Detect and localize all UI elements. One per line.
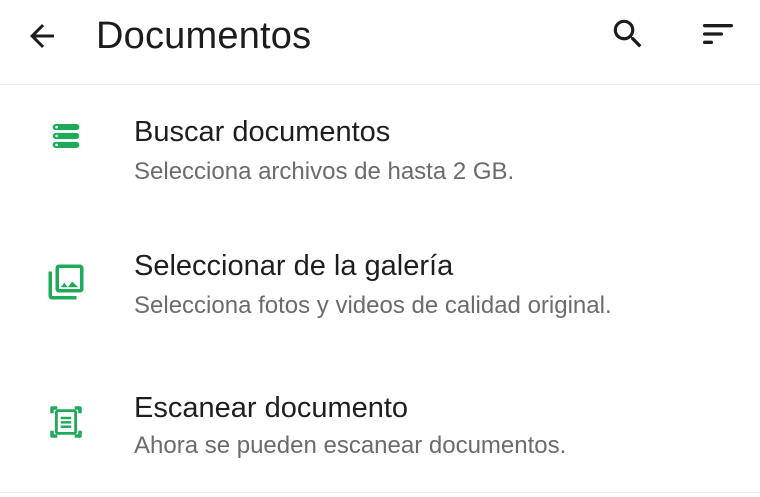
list-item-select-from-gallery[interactable]: Seleccionar de la galería Selecciona fot… (0, 230, 760, 354)
item-subtitle: Selecciona fotos y videos de calidad ori… (134, 292, 612, 319)
item-subtitle: Selecciona archivos de hasta 2 GB. (134, 158, 515, 185)
item-title: Buscar documentos (134, 116, 391, 148)
sort-icon (703, 24, 733, 44)
bottom-divider (0, 492, 760, 493)
page-title: Documentos (96, 15, 312, 57)
top-app-bar: Documentos (0, 0, 760, 85)
list-item-browse-documents[interactable]: Buscar documentos Selecciona archivos de… (0, 96, 760, 220)
storage-icon (42, 112, 90, 160)
list-item-scan-document[interactable]: Escanear documento Ahora se pueden escan… (0, 372, 760, 496)
item-title: Seleccionar de la galería (134, 250, 454, 282)
document-scanner-icon (42, 398, 90, 446)
arrow-back-icon (30, 24, 54, 48)
documents-screen: Documentos Buscar documentos Selecciona … (0, 0, 760, 497)
item-subtitle: Ahora se pueden escanear documentos. (134, 432, 567, 459)
gallery-icon (42, 258, 90, 306)
search-button[interactable] (604, 10, 652, 58)
sort-button[interactable] (694, 10, 742, 58)
back-button[interactable] (18, 12, 66, 60)
search-icon (613, 19, 642, 48)
item-title: Escanear documento (134, 392, 409, 424)
